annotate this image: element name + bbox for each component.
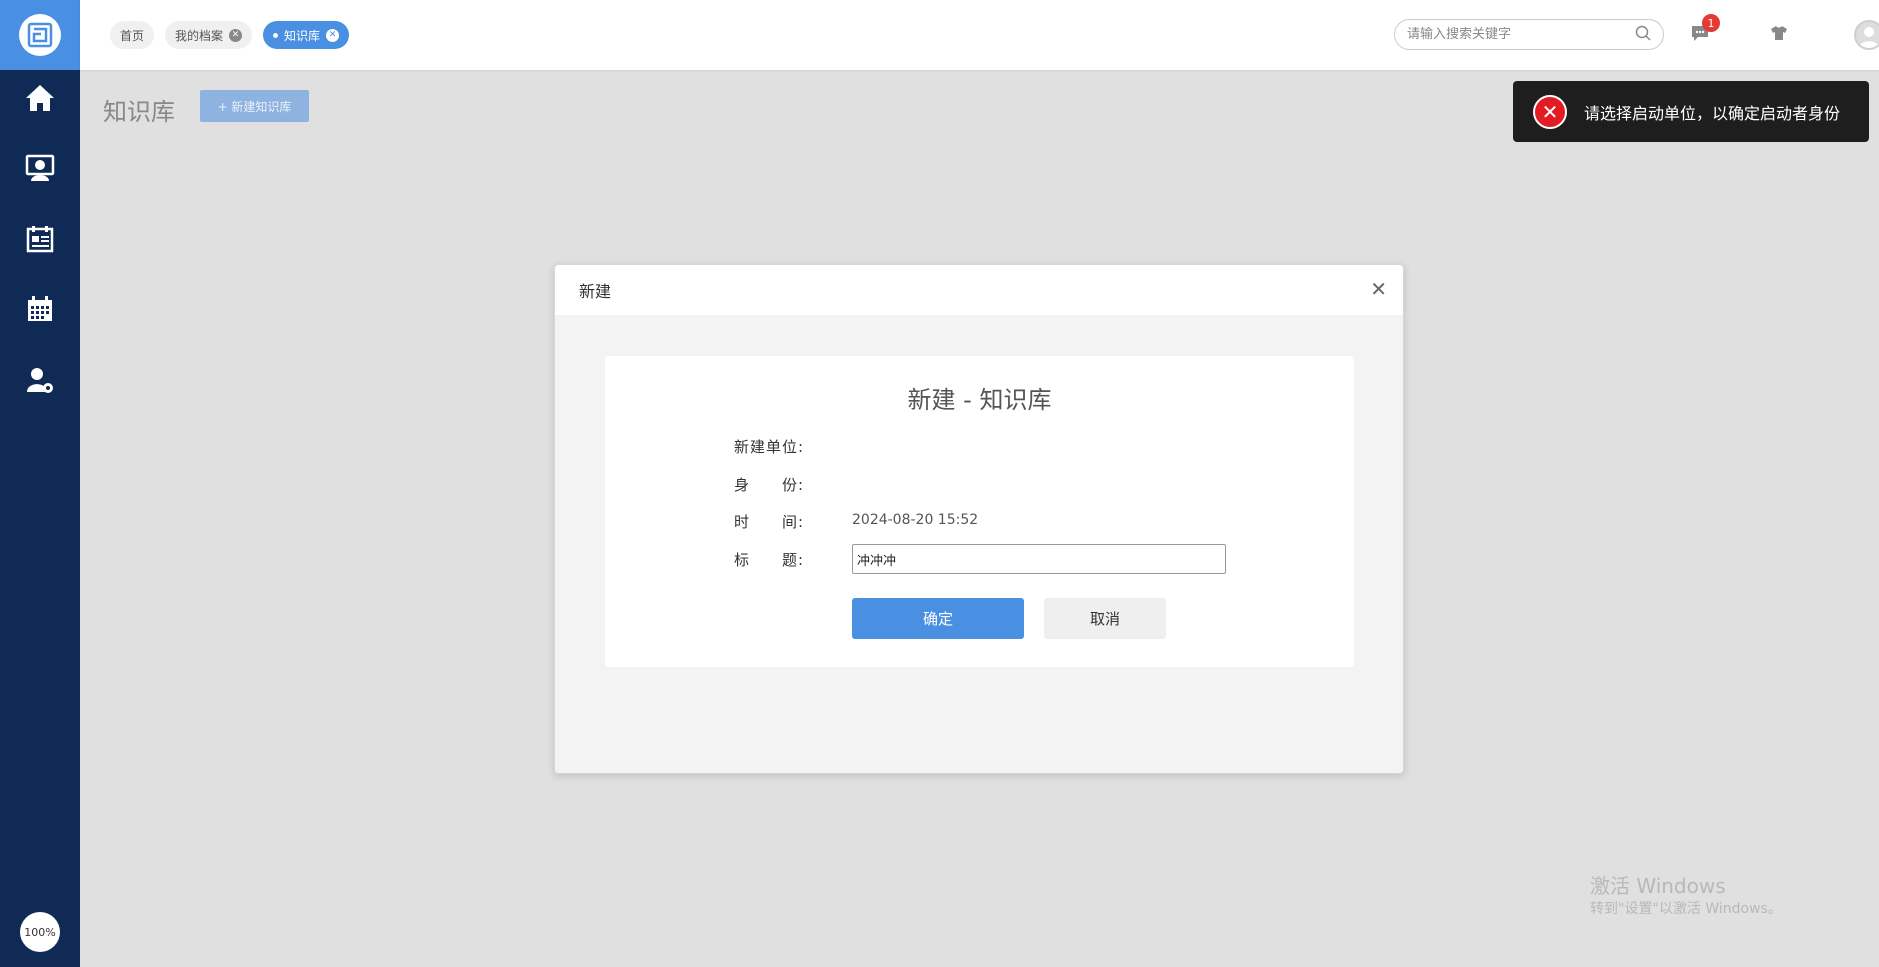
calendar-grid-icon (26, 295, 54, 327)
user-settings-icon (25, 365, 55, 399)
top-bar: 首页 我的档案 ✕ 知识库 ✕ 1 xadmin (80, 0, 1879, 70)
field-label-unit: 新建单位: (734, 438, 805, 456)
title-input[interactable] (852, 544, 1226, 574)
tab-label: 知识库 (284, 28, 321, 43)
form-title: 新建 - 知识库 (907, 386, 1052, 414)
activation-watermark-title: 激活 Windows (1590, 874, 1726, 898)
zoom-level-badge[interactable]: 100% (20, 912, 60, 952)
search-box (1394, 19, 1664, 50)
search-icon[interactable] (1635, 25, 1651, 45)
confirm-button[interactable]: 确定 (852, 598, 1024, 639)
sidebar-item-calendar[interactable] (0, 286, 80, 336)
error-toast: ✕ 请选择启动单位，以确定启动者身份 (1513, 81, 1869, 142)
error-icon: ✕ (1533, 94, 1567, 129)
activation-watermark-hint: 转到"设置"以激活 Windows。 (1590, 901, 1782, 917)
new-knowledge-button[interactable]: + 新建知识库 (200, 90, 309, 122)
tab-label: 首页 (120, 28, 145, 43)
new-dialog: 新建 ✕ 新建 - 知识库 新建单位: 身 份: 时 间: 2024-08-20… (554, 264, 1404, 774)
tab-label: 我的档案 (175, 28, 224, 43)
theme-shirt-icon[interactable] (1770, 25, 1788, 45)
cancel-button[interactable]: 取消 (1044, 598, 1166, 639)
dialog-title: 新建 (579, 282, 612, 301)
tab-knowledge-base[interactable]: 知识库 ✕ (263, 21, 350, 49)
field-value-time: 2024-08-20 15:52 (852, 512, 979, 528)
close-icon[interactable]: ✕ (326, 28, 340, 42)
sidebar-item-news[interactable] (0, 216, 80, 266)
active-dot-icon (273, 32, 278, 38)
sidebar-item-user-settings[interactable] (0, 357, 80, 407)
user-monitor-icon (25, 153, 55, 187)
home-icon (24, 83, 56, 117)
app-logo-icon (19, 14, 61, 56)
sidebar: 100% (0, 0, 80, 967)
sidebar-item-home[interactable] (0, 75, 80, 125)
tab-my-archive[interactable]: 我的档案 ✕ (165, 21, 253, 49)
tab-home[interactable]: 首页 (110, 21, 155, 49)
close-icon[interactable]: ✕ (229, 28, 243, 42)
sidebar-item-profile[interactable] (0, 145, 80, 195)
news-calendar-icon (26, 225, 54, 257)
toast-message: 请选择启动单位，以确定启动者身份 (1584, 103, 1841, 123)
app-logo[interactable] (0, 0, 80, 70)
close-icon[interactable]: ✕ (1370, 277, 1387, 301)
form-panel: 新建 - 知识库 新建单位: 身 份: 时 间: 2024-08-20 15:5… (605, 356, 1354, 667)
field-label-time: 时 间: (734, 513, 805, 531)
avatar[interactable] (1854, 20, 1879, 50)
field-label-identity: 身 份: (734, 476, 805, 494)
dialog-header: 新建 (555, 265, 1403, 315)
search-input[interactable] (1407, 27, 1635, 42)
field-label-title: 标 题: (734, 551, 805, 569)
page-title: 知识库 (103, 98, 175, 126)
message-count-badge: 1 (1702, 14, 1720, 32)
